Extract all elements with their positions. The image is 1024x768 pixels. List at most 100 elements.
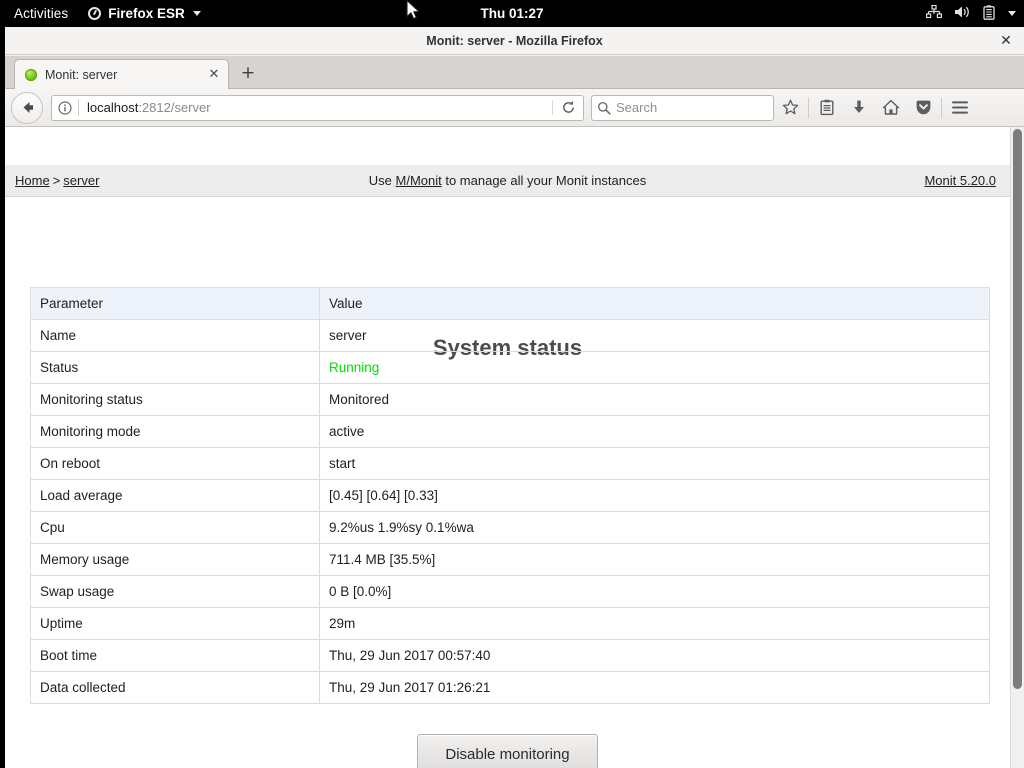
- row-parameter: Load average: [31, 480, 320, 512]
- app-menu-label: Firefox ESR: [108, 6, 185, 21]
- pocket-shield-icon: [915, 99, 932, 116]
- monit-version: Monit 5.20.0: [924, 173, 996, 188]
- volume-icon: [954, 5, 971, 22]
- toolbar-divider-2: [941, 98, 942, 118]
- battery-icon: [983, 5, 995, 23]
- row-value: 9.2%us 1.9%sy 0.1%wa: [320, 512, 990, 544]
- table-header-row: Parameter Value: [31, 288, 990, 320]
- system-tray[interactable]: [926, 5, 1016, 23]
- navigation-toolbar: localhost:2812/server Search: [5, 89, 1024, 127]
- mmonit-link[interactable]: M/Monit: [396, 173, 442, 188]
- row-value: [0.45] [0.64] [0.33]: [320, 480, 990, 512]
- firefox-window: Monit: server - Mozilla Firefox ✕ Monit:…: [0, 27, 1024, 768]
- search-bar[interactable]: Search: [591, 95, 774, 121]
- page-scrollbar[interactable]: [1010, 127, 1024, 768]
- row-value: Monitored: [320, 384, 990, 416]
- firefox-icon: [88, 7, 101, 20]
- url-host: localhost: [87, 100, 138, 115]
- window-title: Monit: server - Mozilla Firefox: [426, 34, 602, 48]
- home-button[interactable]: [875, 93, 907, 123]
- bookmark-star-button[interactable]: [774, 93, 806, 123]
- system-menu-chevron-icon[interactable]: [1008, 11, 1016, 16]
- library-button[interactable]: [811, 93, 843, 123]
- tab-strip: Monit: server ✕ +: [5, 56, 1024, 89]
- search-icon: [592, 101, 616, 115]
- reload-icon: [561, 100, 576, 115]
- row-value: Thu, 29 Jun 2017 00:57:40: [320, 640, 990, 672]
- table-row: Data collected Thu, 29 Jun 2017 01:26:21: [31, 672, 990, 704]
- activities-button[interactable]: Activities: [0, 0, 80, 27]
- downloads-button[interactable]: [843, 93, 875, 123]
- table-row: Status Running: [31, 352, 990, 384]
- url-text[interactable]: localhost:2812/server: [79, 100, 552, 115]
- table-row: Swap usage 0 B [0.0%]: [31, 576, 990, 608]
- row-value: active: [320, 416, 990, 448]
- network-icon: [926, 5, 942, 22]
- row-parameter: Data collected: [31, 672, 320, 704]
- tab-label: Monit: server: [45, 68, 206, 82]
- disable-monitoring-button[interactable]: Disable monitoring: [417, 734, 597, 768]
- row-parameter: Memory usage: [31, 544, 320, 576]
- row-value: server: [320, 320, 990, 352]
- download-arrow-icon: [851, 99, 867, 116]
- system-status-table: Parameter Value Name server Status Runni…: [30, 287, 990, 704]
- url-path: :2812/server: [138, 100, 210, 115]
- back-arrow-icon: [19, 99, 36, 116]
- toolbar-divider: [808, 98, 809, 118]
- table-row: Monitoring status Monitored: [31, 384, 990, 416]
- row-parameter: Swap usage: [31, 576, 320, 608]
- row-parameter: Monitoring status: [31, 384, 320, 416]
- reload-button[interactable]: [552, 100, 583, 115]
- mmonit-promo: Use M/Monit to manage all your Monit ins…: [5, 173, 1010, 188]
- row-value: start: [320, 448, 990, 480]
- tab-favicon-green-dot-icon: [25, 69, 37, 81]
- table-row: Load average [0.45] [0.64] [0.33]: [31, 480, 990, 512]
- promo-suffix: to manage all your Monit instances: [442, 173, 647, 188]
- monit-version-link[interactable]: Monit 5.20.0: [924, 173, 996, 188]
- table-row: Uptime 29m: [31, 608, 990, 640]
- home-icon: [882, 99, 900, 116]
- star-icon: [782, 99, 799, 116]
- row-parameter: On reboot: [31, 448, 320, 480]
- row-parameter: Boot time: [31, 640, 320, 672]
- info-icon[interactable]: [52, 101, 78, 115]
- row-parameter: Uptime: [31, 608, 320, 640]
- table-row: Boot time Thu, 29 Jun 2017 00:57:40: [31, 640, 990, 672]
- gnome-top-bar: Activities Firefox ESR Thu 01:27: [0, 0, 1024, 27]
- window-close-button[interactable]: ✕: [998, 33, 1014, 49]
- table-row: Memory usage 711.4 MB [35.5%]: [31, 544, 990, 576]
- row-value: Thu, 29 Jun 2017 01:26:21: [320, 672, 990, 704]
- table-head: Parameter Value: [31, 288, 990, 320]
- hamburger-icon: [951, 100, 969, 115]
- table-body: Name server Status Running Monitoring st…: [31, 320, 990, 704]
- scrollbar-thumb[interactable]: [1013, 129, 1022, 689]
- window-title-bar: Monit: server - Mozilla Firefox ✕: [5, 27, 1024, 55]
- library-icon: [819, 99, 835, 116]
- row-parameter: Name: [31, 320, 320, 352]
- new-tab-button[interactable]: +: [237, 64, 259, 84]
- url-bar[interactable]: localhost:2812/server: [51, 95, 584, 121]
- row-parameter: Monitoring mode: [31, 416, 320, 448]
- table-row: Monitoring mode active: [31, 416, 990, 448]
- action-row: Disable monitoring: [5, 734, 1010, 768]
- table-row: On reboot start: [31, 448, 990, 480]
- row-value: 711.4 MB [35.5%]: [320, 544, 990, 576]
- page-content: Home>server Use M/Monit to manage all yo…: [5, 127, 1024, 768]
- table-row: Name server: [31, 320, 990, 352]
- status-badge: Running: [320, 352, 990, 384]
- promo-prefix: Use: [369, 173, 396, 188]
- table-row: Cpu 9.2%us 1.9%sy 0.1%wa: [31, 512, 990, 544]
- tab-monit-server[interactable]: Monit: server ✕: [14, 59, 229, 89]
- app-menu-firefox[interactable]: Firefox ESR: [80, 6, 209, 21]
- monit-header-band: Home>server Use M/Monit to manage all yo…: [5, 165, 1010, 197]
- row-value: 29m: [320, 608, 990, 640]
- column-header-parameter: Parameter: [31, 288, 320, 320]
- menu-button[interactable]: [944, 93, 976, 123]
- row-value: 0 B [0.0%]: [320, 576, 990, 608]
- tab-close-icon[interactable]: ✕: [206, 67, 222, 83]
- pocket-button[interactable]: [907, 93, 939, 123]
- search-input[interactable]: Search: [616, 100, 657, 115]
- column-header-value: Value: [320, 288, 990, 320]
- back-button[interactable]: [11, 92, 43, 124]
- chevron-down-icon: [193, 11, 201, 16]
